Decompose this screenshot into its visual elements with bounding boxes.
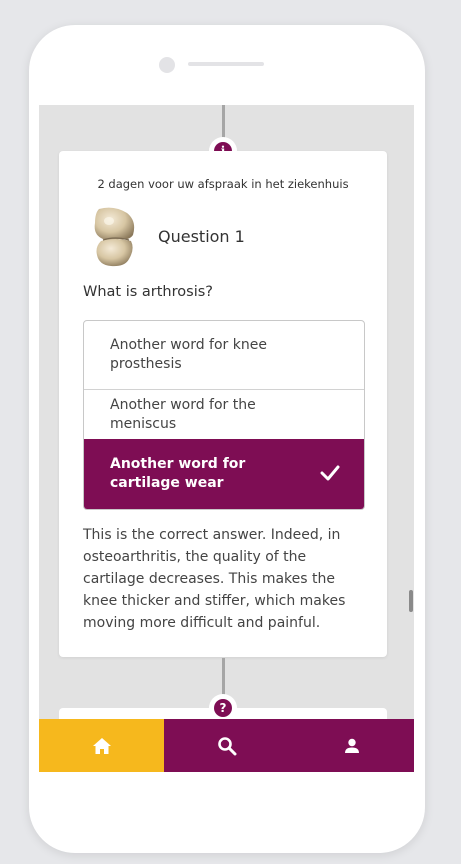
timeline-line — [222, 658, 225, 698]
checkmark-icon — [320, 465, 340, 481]
timeline-line — [222, 105, 225, 139]
knee-joint-image — [94, 207, 135, 267]
nav-home-button[interactable] — [39, 719, 164, 772]
speaker-slot — [188, 62, 264, 66]
question-card: 2 dagen voor uw afspraak in het ziekenhu… — [59, 151, 387, 657]
question-text: What is arthrosis? — [83, 284, 213, 300]
answer-explanation: This is the correct answer. Indeed, in o… — [83, 527, 346, 631]
person-icon — [344, 738, 359, 753]
home-icon — [92, 737, 111, 754]
scrollbar-thumb[interactable] — [409, 590, 413, 612]
camera-dot — [159, 57, 175, 73]
answer-option-1[interactable]: Another word for knee prosthesis — [84, 321, 364, 390]
nav-profile-button[interactable] — [289, 719, 414, 772]
answer-list: Another word for knee prosthesis Another… — [83, 320, 365, 510]
answer-option-2[interactable]: Another word for the meniscus — [84, 390, 364, 439]
search-icon — [217, 736, 236, 755]
question-mark-icon: ? — [214, 699, 232, 717]
bottom-nav — [39, 719, 414, 772]
answer-option-3-selected[interactable]: Another word for cartilage wear — [84, 439, 364, 509]
nav-search-button[interactable] — [164, 719, 289, 772]
phone-frame: i 2 dagen voor uw afspraak in het zieken… — [29, 25, 425, 853]
answer-label: Another word for cartilage wear — [110, 456, 246, 491]
answer-label: Another word for knee prosthesis — [110, 337, 267, 372]
answer-label: Another word for the meniscus — [110, 396, 256, 432]
app-screen: i 2 dagen voor uw afspraak in het zieken… — [39, 105, 414, 772]
question-title: Question 1 — [158, 227, 245, 246]
question-badge: ? — [209, 694, 237, 722]
appointment-timing: 2 dagen voor uw afspraak in het ziekenhu… — [97, 177, 349, 191]
